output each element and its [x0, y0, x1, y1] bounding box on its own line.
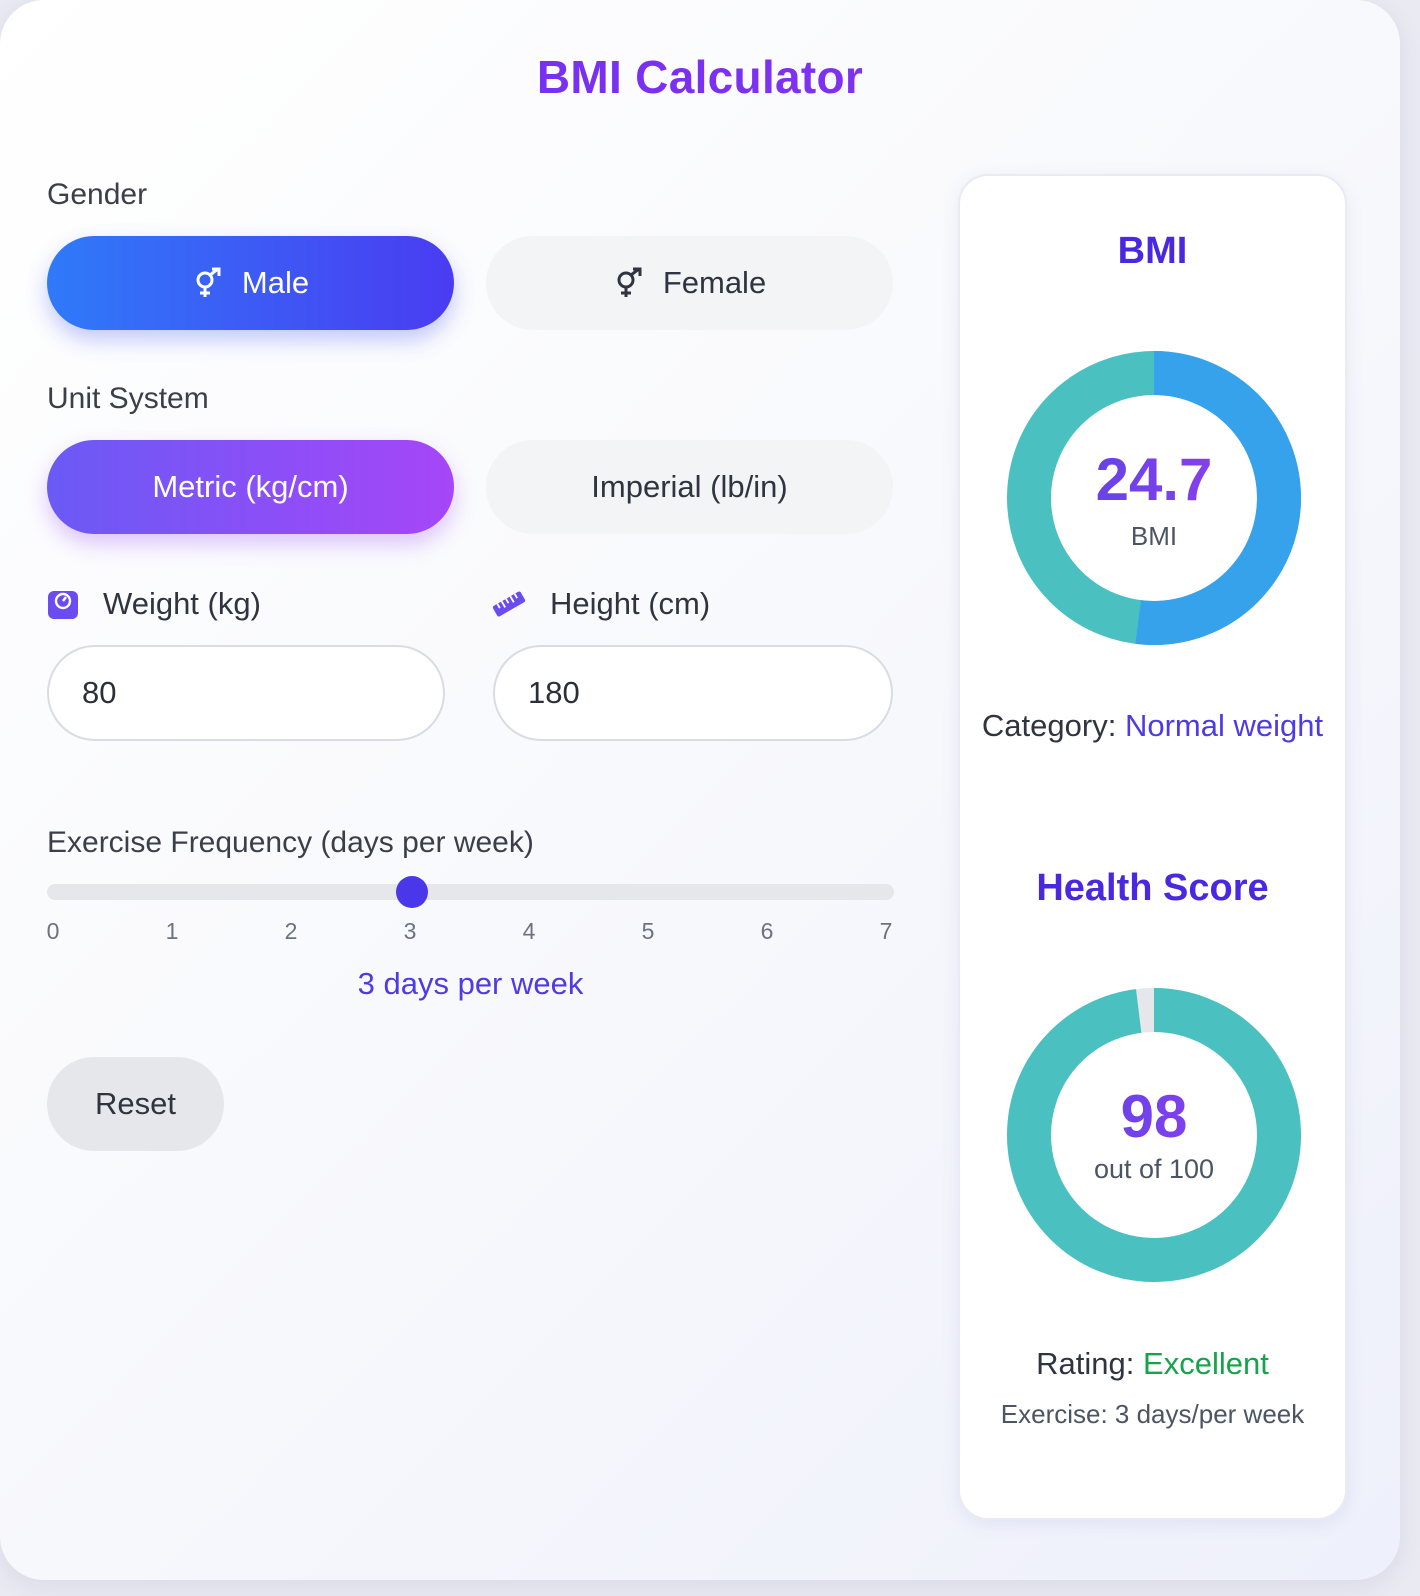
health-exercise-text: Exercise: 3 days/per week	[1000, 1399, 1305, 1429]
health-score-heading: Health Score	[1036, 867, 1269, 909]
slider-tick-label: 1	[165, 918, 179, 944]
bmi-category-label: Category:	[981, 708, 1117, 743]
health-rating-label: Rating:	[1036, 1346, 1135, 1381]
weight-field-label: Weight (kg)	[47, 586, 261, 622]
gender-male-label: Male	[241, 265, 310, 300]
slider-tick-label: 5	[641, 918, 655, 944]
metric-units-button[interactable]: Metric (kg/cm)	[47, 440, 454, 534]
height-label-text: Height (cm)	[550, 586, 711, 621]
health-rating: Rating: Excellent	[980, 1340, 1325, 1387]
slider-tick-label: 3	[403, 918, 417, 944]
bmi-value: 24.7	[1007, 445, 1301, 514]
imperial-units-label: Imperial (lb/in)	[591, 469, 788, 504]
exercise-slider-thumb[interactable]	[396, 876, 429, 908]
slider-tick-label: 0	[46, 918, 60, 944]
reset-button[interactable]: Reset	[47, 1057, 224, 1151]
health-score-value: 98	[1007, 1082, 1301, 1151]
exercise-readout: 3 days per week	[357, 966, 584, 1001]
bmi-unit-label: BMI	[1130, 521, 1178, 551]
gender-icon	[613, 266, 647, 300]
slider-tick-label: 7	[879, 918, 893, 944]
gender-icon	[192, 266, 226, 300]
unit-system-label: Unit System	[47, 382, 209, 415]
slider-tick-label: 4	[522, 918, 536, 944]
ruler-icon	[492, 587, 526, 621]
metric-units-label: Metric (kg/cm)	[152, 469, 349, 504]
slider-tick-label: 6	[760, 918, 774, 944]
weight-input[interactable]	[47, 645, 445, 741]
weight-label-text: Weight (kg)	[103, 586, 261, 621]
height-field-label: Height (cm)	[492, 586, 710, 622]
imperial-units-button[interactable]: Imperial (lb/in)	[486, 440, 893, 534]
gender-female-label: Female	[662, 265, 767, 300]
results-card: BMI 24.7 BMI Category: Normal weight Hea…	[958, 174, 1347, 1520]
exercise-frequency-label: Exercise Frequency (days per week)	[47, 826, 534, 859]
health-rating-value: Excellent	[1143, 1346, 1269, 1381]
bmi-ring: 24.7 BMI	[1007, 351, 1301, 645]
bmi-heading: BMI	[1117, 230, 1188, 272]
scale-icon	[47, 588, 79, 620]
health-score-max: out of 100	[1093, 1154, 1215, 1184]
slider-tick-label: 2	[284, 918, 298, 944]
bmi-category: Category: Normal weight	[980, 702, 1325, 749]
exercise-slider-track[interactable]	[47, 884, 894, 900]
health-score-ring: 98 out of 100	[1007, 988, 1301, 1282]
gender-male-button[interactable]: Male	[47, 236, 454, 330]
bmi-category-value: Normal weight	[1124, 708, 1324, 743]
bmi-calculator-app: BMI Calculator Gender Male Female Unit S…	[0, 0, 1400, 1580]
gender-female-button[interactable]: Female	[486, 236, 893, 330]
height-input[interactable]	[493, 645, 893, 741]
page-title: BMI Calculator	[0, 50, 1400, 104]
gender-label: Gender	[47, 178, 148, 211]
